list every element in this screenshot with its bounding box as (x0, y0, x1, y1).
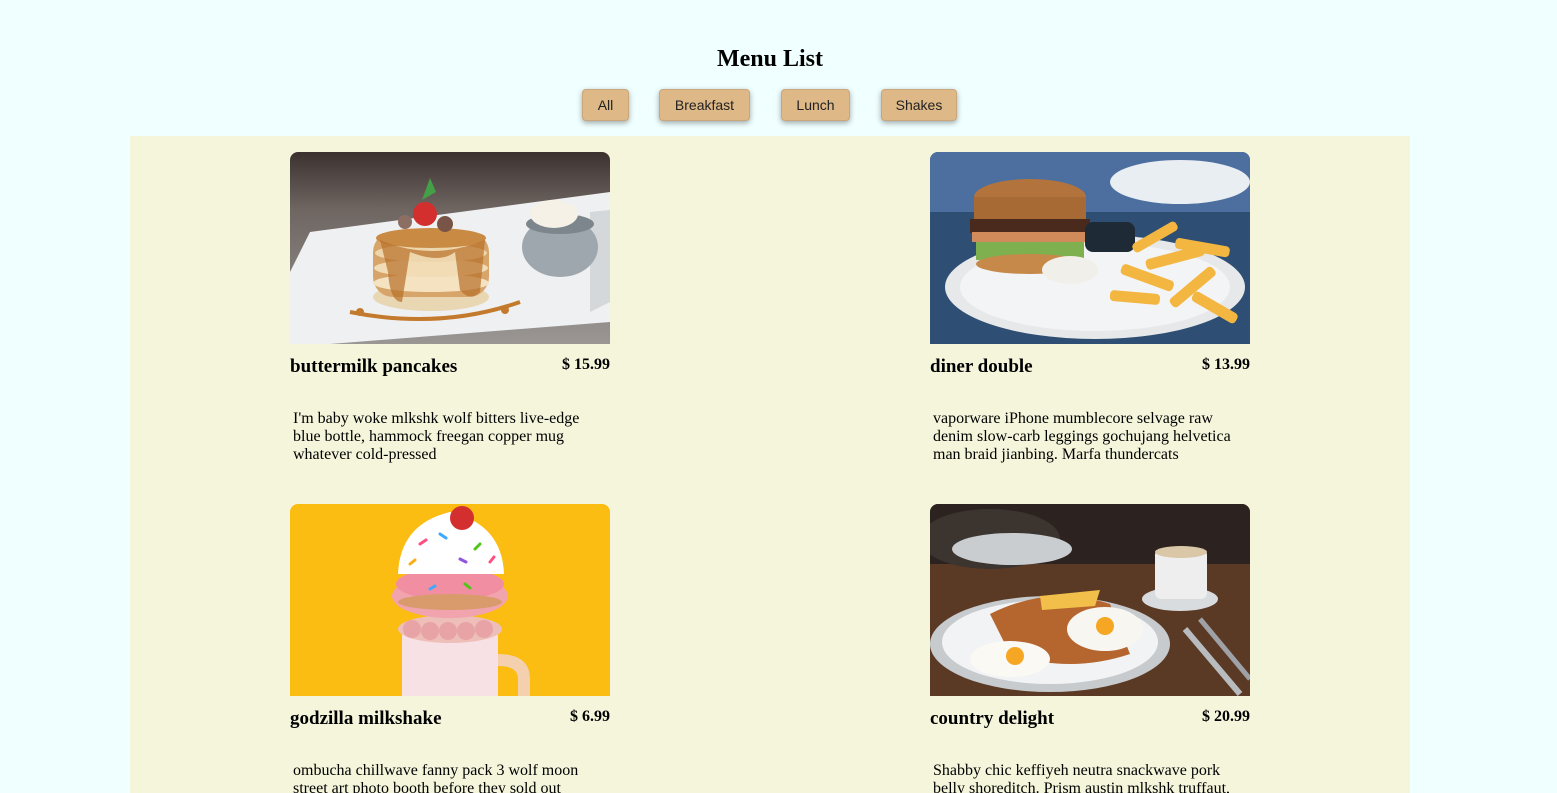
menu-item-description: ombucha chillwave fanny pack 3 wolf moon… (293, 762, 579, 793)
filter-all-button[interactable]: All (582, 89, 629, 121)
breakfast-photo (930, 504, 1250, 696)
menu-item-price: $ 13.99 (1202, 356, 1250, 373)
menu-list: buttermilk pancakes $ 15.99 I'm baby wok… (130, 136, 1410, 793)
burger-photo (930, 152, 1250, 344)
filter-bar: All Breakfast Lunch Shakes (0, 89, 1557, 121)
page-title: Menu List (716, 46, 823, 72)
menu-item-name: godzilla milkshake (290, 708, 442, 729)
menu-item-description: I'm baby woke mlkshk wolf bitters live-e… (293, 410, 580, 463)
menu-item-name: diner double (930, 356, 1033, 377)
menu-item-header: country delight $ 20.99 (930, 696, 1250, 729)
menu-item-description: vaporware iPhone mumblecore selvage raw … (933, 410, 1231, 463)
menu-item: diner double $ 13.99 vaporware iPhone mu… (930, 152, 1250, 464)
menu-item-header: godzilla milkshake $ 6.99 (290, 696, 610, 729)
filter-lunch-button[interactable]: Lunch (781, 89, 850, 121)
menu-item-header: diner double $ 13.99 (930, 344, 1250, 377)
pancakes-photo (290, 152, 610, 344)
menu-item: buttermilk pancakes $ 15.99 I'm baby wok… (290, 152, 610, 464)
menu-item: godzilla milkshake $ 6.99 ombucha chillw… (290, 504, 610, 793)
filter-shakes-button[interactable]: Shakes (881, 89, 957, 121)
filter-breakfast-button[interactable]: Breakfast (659, 89, 750, 121)
page: Menu List All Breakfast Lunch Shakes but… (0, 0, 1557, 793)
menu-item-header: buttermilk pancakes $ 15.99 (290, 344, 610, 377)
menu-item: country delight $ 20.99 Shabby chic keff… (930, 504, 1250, 793)
menu-item-price: $ 6.99 (570, 708, 610, 725)
milkshake-photo (290, 504, 610, 696)
menu-item-name: buttermilk pancakes (290, 356, 458, 377)
menu-item-price: $ 20.99 (1202, 708, 1250, 725)
menu-item-price: $ 15.99 (562, 356, 610, 373)
menu-item-description: Shabby chic keffiyeh neutra snackwave po… (933, 762, 1231, 793)
menu-item-name: country delight (930, 708, 1055, 729)
